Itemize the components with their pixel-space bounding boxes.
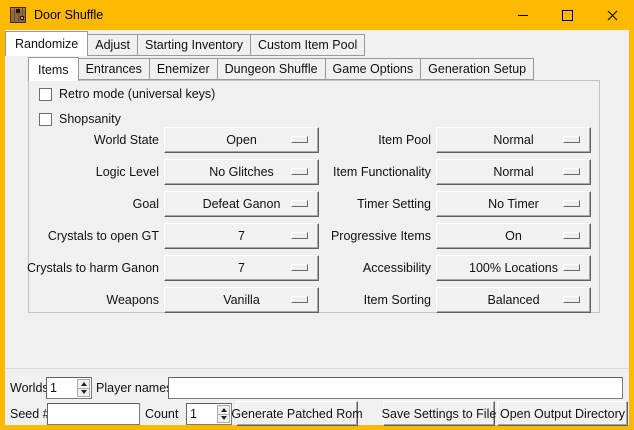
count-spin-down-button[interactable] — [217, 415, 230, 424]
world-state-label: World State — [19, 127, 159, 153]
tab-game-options[interactable]: Game Options — [326, 58, 422, 80]
player-names-input[interactable] — [171, 379, 622, 397]
close-icon — [607, 10, 618, 21]
items-tab-panel: Retro mode (universal keys) Shopsanity W… — [28, 80, 600, 313]
bottom-bar: Worlds Player names Seed # Count Generat… — [5, 368, 629, 425]
seed-label: Seed # — [10, 403, 50, 425]
item-sorting-value: Balanced — [487, 293, 539, 307]
timer-setting-label: Timer Setting — [291, 191, 431, 217]
client-area: Randomize Adjust Starting Inventory Cust… — [5, 30, 629, 425]
spin-up-arrow-icon — [81, 382, 87, 386]
shopsanity-row: Shopsanity — [39, 112, 121, 126]
worlds-input[interactable] — [49, 379, 77, 397]
menu-indicator-icon — [563, 296, 580, 303]
shopsanity-checkbox[interactable] — [39, 113, 52, 126]
worlds-spinner — [77, 379, 90, 397]
progressive-items-value: On — [505, 229, 522, 243]
tab-adjust[interactable]: Adjust — [88, 34, 138, 56]
sub-tab-bar: Items Entrances Enemizer Dungeon Shuffle… — [28, 57, 534, 81]
logic-level-label: Logic Level — [19, 159, 159, 185]
minimize-button[interactable] — [500, 0, 545, 30]
spin-down-arrow-icon — [221, 416, 227, 420]
weapons-label: Weapons — [19, 287, 159, 313]
crystals-harm-ganon-label: Crystals to harm Ganon — [19, 255, 159, 281]
menu-indicator-icon — [563, 200, 580, 207]
tab-randomize[interactable]: Randomize — [5, 31, 88, 56]
main-tab-bar: Randomize Adjust Starting Inventory Cust… — [5, 31, 365, 56]
open-output-directory-button[interactable]: Open Output Directory — [497, 401, 628, 426]
tab-enemizer[interactable]: Enemizer — [150, 58, 218, 80]
worlds-spinbox — [46, 377, 92, 399]
seed-field — [47, 403, 140, 425]
menu-indicator-icon — [563, 264, 580, 271]
progressive-items-label: Progressive Items — [291, 223, 431, 249]
door-icon — [10, 7, 26, 23]
goal-label: Goal — [19, 191, 159, 217]
retro-mode-row: Retro mode (universal keys) — [39, 87, 215, 101]
shopsanity-label: Shopsanity — [59, 112, 121, 126]
logic-level-value: No Glitches — [209, 165, 274, 179]
save-settings-button[interactable]: Save Settings to File — [383, 401, 495, 426]
accessibility-label: Accessibility — [291, 255, 431, 281]
menu-indicator-icon — [563, 136, 580, 143]
count-spinbox — [186, 403, 232, 425]
menu-indicator-icon — [563, 168, 580, 175]
item-pool-value: Normal — [493, 133, 533, 147]
window-title: Door Shuffle — [34, 0, 103, 30]
count-label: Count — [145, 403, 178, 425]
maximize-icon — [562, 10, 573, 21]
crystals-open-gt-value: 7 — [238, 229, 245, 243]
item-sorting-label: Item Sorting — [291, 287, 431, 313]
item-sorting-dropdown[interactable]: Balanced — [436, 287, 591, 313]
count-input[interactable] — [189, 405, 217, 423]
goal-value: Defeat Ganon — [203, 197, 281, 211]
item-pool-dropdown[interactable]: Normal — [436, 127, 591, 153]
count-spinner — [217, 405, 230, 423]
item-functionality-label: Item Functionality — [291, 159, 431, 185]
maximize-button[interactable] — [545, 0, 590, 30]
timer-setting-value: No Timer — [488, 197, 539, 211]
seed-input[interactable] — [50, 405, 139, 423]
retro-mode-checkbox[interactable] — [39, 88, 52, 101]
timer-setting-dropdown[interactable]: No Timer — [436, 191, 591, 217]
door-shuffle-window: { "window": { "title": "Door Shuffle" },… — [0, 0, 634, 430]
close-button[interactable] — [590, 0, 634, 30]
player-names-label: Player names — [96, 377, 172, 399]
titlebar: Door Shuffle — [0, 0, 634, 30]
tab-starting-inventory[interactable]: Starting Inventory — [138, 34, 251, 56]
spin-down-arrow-icon — [81, 390, 87, 394]
item-functionality-value: Normal — [493, 165, 533, 179]
worlds-spin-down-button[interactable] — [77, 389, 90, 398]
accessibility-dropdown[interactable]: 100% Locations — [436, 255, 591, 281]
tab-generation-setup[interactable]: Generation Setup — [421, 58, 534, 80]
weapons-value: Vanilla — [223, 293, 260, 307]
world-state-value: Open — [226, 133, 257, 147]
menu-indicator-icon — [563, 232, 580, 239]
count-spin-up-button[interactable] — [217, 405, 230, 415]
minimize-icon — [518, 15, 528, 16]
retro-mode-label: Retro mode (universal keys) — [59, 87, 215, 101]
item-pool-label: Item Pool — [291, 127, 431, 153]
generate-patched-rom-button[interactable]: Generate Patched Rom — [236, 401, 358, 426]
item-functionality-dropdown[interactable]: Normal — [436, 159, 591, 185]
tab-dungeon-shuffle[interactable]: Dungeon Shuffle — [218, 58, 326, 80]
spin-up-arrow-icon — [221, 408, 227, 412]
tab-items[interactable]: Items — [28, 57, 79, 81]
player-names-field — [168, 377, 623, 399]
tab-custom-item-pool[interactable]: Custom Item Pool — [251, 34, 365, 56]
crystals-open-gt-label: Crystals to open GT — [19, 223, 159, 249]
accessibility-value: 100% Locations — [469, 261, 558, 275]
progressive-items-dropdown[interactable]: On — [436, 223, 591, 249]
tab-entrances[interactable]: Entrances — [79, 58, 150, 80]
worlds-label: Worlds — [10, 377, 49, 399]
worlds-spin-up-button[interactable] — [77, 379, 90, 389]
crystals-harm-ganon-value: 7 — [238, 261, 245, 275]
